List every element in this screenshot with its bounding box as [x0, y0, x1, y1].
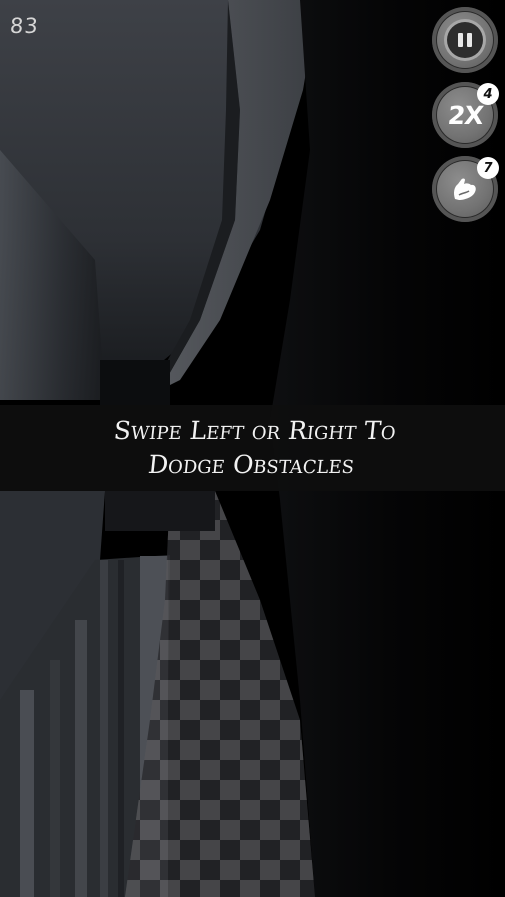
boost-button-face: 7: [437, 157, 499, 217]
pause-button[interactable]: [432, 7, 498, 73]
game-scene[interactable]: 83 2X 4 7 Swipe Left or Right To Dodge O…: [0, 0, 505, 897]
strength-boost-button[interactable]: 7: [432, 156, 499, 222]
pause-bar-left: [458, 33, 463, 47]
pause-bar-right: [467, 33, 472, 47]
pause-icon: [447, 22, 483, 58]
boost-count-badge: 7: [477, 157, 499, 179]
multiplier-count-badge: 4: [477, 83, 499, 105]
pause-button-face: [437, 12, 493, 68]
multiplier-label: 2X: [446, 100, 484, 130]
flexed-arm-icon: [454, 178, 476, 200]
multiplier-button-face: 2X 4: [437, 83, 499, 143]
score-counter: 83: [9, 14, 40, 38]
tutorial-text: Swipe Left or Right To Dodge Obstacles: [111, 416, 397, 479]
score-multiplier-button[interactable]: 2X 4: [432, 82, 499, 148]
tutorial-banner: Swipe Left or Right To Dodge Obstacles: [0, 405, 505, 491]
